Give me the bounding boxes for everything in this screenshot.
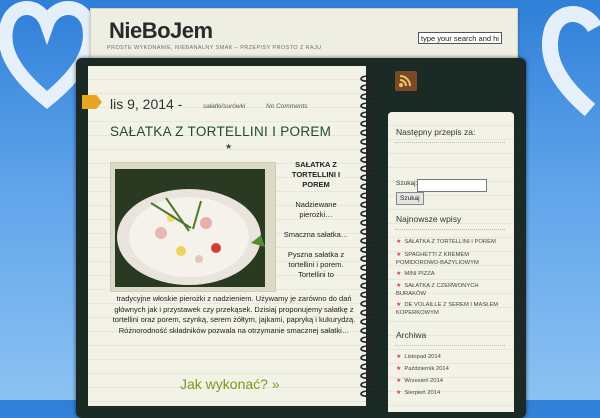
spiral-ring bbox=[360, 327, 376, 335]
spiral-ring bbox=[360, 102, 376, 110]
header-search-input[interactable] bbox=[418, 32, 502, 44]
newest-post-link[interactable]: ★ SPAGHETTI Z KREMEM POMIDOROWO-BAZYLIOWY… bbox=[396, 251, 508, 267]
newest-post-label[interactable]: SAŁATKA Z TORTELLINI I POREM bbox=[404, 239, 495, 245]
bullet-star-icon: ★ bbox=[396, 239, 402, 245]
post-side-line: Nadziewane pierożki… bbox=[295, 200, 337, 219]
site-logo[interactable]: NieBoJem bbox=[109, 18, 213, 44]
spiral-ring bbox=[360, 201, 376, 209]
bullet-star-icon: ★ bbox=[396, 366, 402, 372]
archive-label[interactable]: Wrzesień 2014 bbox=[404, 378, 443, 384]
spiral-ring bbox=[360, 174, 376, 182]
spiral-ring bbox=[360, 111, 376, 119]
bullet-star-icon: ★ bbox=[396, 390, 402, 396]
spiral-ring bbox=[360, 120, 376, 128]
archive-label[interactable]: Październik 2014 bbox=[404, 366, 448, 372]
spiral-ring bbox=[360, 147, 376, 155]
spiral-ring bbox=[360, 228, 376, 236]
spiral-ring bbox=[360, 75, 376, 83]
divider bbox=[395, 229, 505, 230]
spiral-ring bbox=[360, 156, 376, 164]
newest-post-link[interactable]: ★ DE VOLAILLE Z SEREM I MASŁEM KOPERKOWYM bbox=[396, 301, 508, 317]
spiral-ring bbox=[360, 345, 376, 353]
post-comments-link[interactable]: No Comments bbox=[266, 103, 308, 110]
spiral-ring bbox=[360, 273, 376, 281]
spiral-ring bbox=[360, 219, 376, 227]
rss-icon[interactable] bbox=[395, 71, 417, 91]
spiral-ring bbox=[360, 363, 376, 371]
spiral-ring bbox=[360, 318, 376, 326]
archive-link[interactable]: ★ Listopad 2014 bbox=[396, 353, 508, 361]
spiral-binding bbox=[360, 75, 376, 398]
spiral-ring bbox=[360, 264, 376, 272]
spiral-ring bbox=[360, 255, 376, 263]
separator-star-icon: ★ bbox=[225, 142, 233, 151]
spiral-ring bbox=[360, 192, 376, 200]
heart-cloud-right bbox=[541, 6, 600, 117]
archive-label[interactable]: Listopad 2014 bbox=[404, 354, 440, 360]
bullet-star-icon: ★ bbox=[396, 283, 402, 289]
spiral-ring bbox=[360, 354, 376, 362]
newest-post-label[interactable]: SAŁATKA Z CZERWONYCH BURAKÓW bbox=[396, 283, 479, 297]
divider bbox=[395, 345, 505, 346]
archive-heading: Archiwa bbox=[396, 330, 427, 340]
spiral-ring bbox=[360, 246, 376, 254]
spiral-ring bbox=[360, 210, 376, 218]
archive-label[interactable]: Sierpień 2014 bbox=[404, 390, 440, 396]
site-tagline: PROSTE WYKONANIE, NIEBANALNY SMAK – PRZE… bbox=[107, 45, 322, 51]
newest-post-label[interactable]: MINI PIZZA bbox=[404, 271, 434, 277]
post-side-line: Smaczna sałatka… bbox=[283, 230, 349, 239]
next-recipe-heading: Następny przepis za: bbox=[396, 127, 476, 137]
bullet-star-icon: ★ bbox=[396, 271, 402, 277]
divider bbox=[395, 142, 505, 143]
site-header: NieBoJem PROSTE WYKONANIE, NIEBANALNY SM… bbox=[90, 8, 518, 62]
spiral-ring bbox=[360, 129, 376, 137]
post-photo[interactable] bbox=[110, 162, 276, 292]
post-excerpt-side: SAŁATKA Z TORTELLINI I POREM Nadziewane … bbox=[278, 160, 354, 280]
spiral-ring bbox=[360, 291, 376, 299]
spiral-ring bbox=[360, 336, 376, 344]
read-more-link[interactable]: Jak wykonać? » bbox=[180, 376, 280, 392]
archive-link[interactable]: ★ Październik 2014 bbox=[396, 365, 508, 373]
post-side-title: SAŁATKA Z TORTELLINI I POREM bbox=[291, 160, 341, 189]
spiral-ring bbox=[360, 183, 376, 191]
newest-post-link[interactable]: ★ SAŁATKA Z CZERWONYCH BURAKÓW bbox=[396, 282, 508, 298]
spiral-ring bbox=[360, 282, 376, 290]
post-side-line: Pyszna sałatka z tortellini i porem. Tor… bbox=[287, 250, 345, 279]
post-date: lis 9, 2014 - bbox=[110, 96, 183, 112]
spiral-ring bbox=[360, 300, 376, 308]
newest-post-label[interactable]: SPAGHETTI Z KREMEM POMIDOROWO-BAZYLIOWYM bbox=[396, 252, 479, 266]
spiral-ring bbox=[360, 165, 376, 173]
archive-link[interactable]: ★ Sierpień 2014 bbox=[396, 389, 508, 397]
newest-posts-heading: Najnowsze wpisy bbox=[396, 214, 462, 224]
spiral-ring bbox=[360, 93, 376, 101]
post-category-link[interactable]: sałatki/surówki bbox=[203, 103, 245, 110]
bullet-star-icon: ★ bbox=[396, 302, 402, 308]
post-title[interactable]: SAŁATKA Z TORTELLINI I POREM bbox=[110, 124, 331, 139]
spiral-ring bbox=[360, 138, 376, 146]
newest-post-link[interactable]: ★ MINI PIZZA bbox=[396, 270, 508, 278]
sidebar-search-button[interactable]: Szukaj bbox=[396, 192, 424, 205]
bullet-star-icon: ★ bbox=[396, 354, 402, 360]
newest-post-link[interactable]: ★ SAŁATKA Z TORTELLINI I POREM bbox=[396, 238, 508, 246]
spiral-ring bbox=[360, 390, 376, 398]
post-excerpt-body: tradycyjne włoskie pierożki z nadzieniem… bbox=[112, 294, 356, 335]
archive-link[interactable]: ★ Wrzesień 2014 bbox=[396, 377, 508, 385]
sidebar-search-input[interactable] bbox=[417, 179, 487, 192]
spiral-ring bbox=[360, 237, 376, 245]
spiral-ring bbox=[360, 381, 376, 389]
newest-post-label[interactable]: DE VOLAILLE Z SEREM I MASŁEM KOPERKOWYM bbox=[396, 302, 498, 316]
bullet-star-icon: ★ bbox=[396, 252, 402, 258]
sidebar-search-label: Szukaj: bbox=[396, 180, 418, 187]
spiral-ring bbox=[360, 309, 376, 317]
spiral-ring bbox=[360, 372, 376, 380]
bullet-star-icon: ★ bbox=[396, 378, 402, 384]
spiral-ring bbox=[360, 84, 376, 92]
